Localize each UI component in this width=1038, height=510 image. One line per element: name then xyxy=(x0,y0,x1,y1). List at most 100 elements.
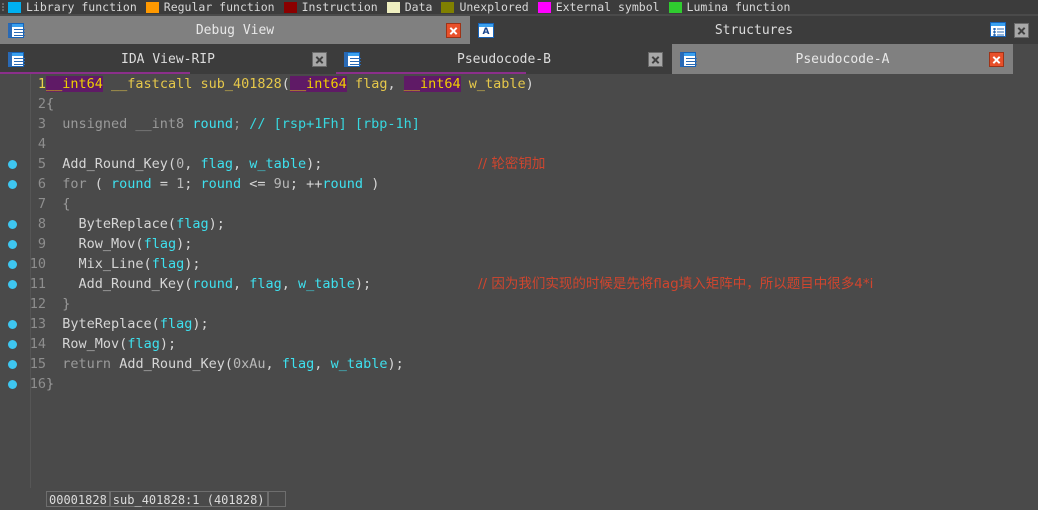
code-token-type: __int64 xyxy=(46,76,103,92)
line-number: 13 xyxy=(29,316,46,332)
legend-color-swatch xyxy=(8,1,21,13)
code-text: return Add_Round_Key(0xAu, flag, w_table… xyxy=(46,356,403,372)
breakpoint-marker-icon[interactable] xyxy=(8,360,17,369)
code-token-var: w_table xyxy=(330,356,388,372)
code-token-dim: { xyxy=(46,96,55,112)
line-number: 12 xyxy=(29,296,46,312)
legend-item-label: External symbol xyxy=(555,0,660,14)
breakpoint-marker-icon[interactable] xyxy=(8,320,17,329)
code-token-kw: w_table xyxy=(468,76,526,92)
code-token-num: 0 xyxy=(176,156,185,172)
line-number: 4 xyxy=(37,136,46,152)
pseudocode-view[interactable]: 1__int64 __fastcall sub_401828(__int64 f… xyxy=(0,74,1038,488)
code-token-var: flag xyxy=(249,276,282,292)
close-icon[interactable] xyxy=(648,51,663,67)
code-line[interactable]: 14 Row_Mov(flag); xyxy=(0,334,1038,354)
code-line[interactable]: 9 Row_Mov(flag); xyxy=(0,234,1038,254)
code-line[interactable]: 15 return Add_Round_Key(0xAu, flag, w_ta… xyxy=(0,354,1038,374)
legend-drag-handle[interactable] xyxy=(0,0,8,14)
close-icon[interactable] xyxy=(1014,22,1029,38)
code-line[interactable]: 11 Add_Round_Key(round, flag, w_table); /… xyxy=(0,274,1038,294)
tab-label: Pseudocode-A xyxy=(795,51,890,67)
code-token-fn: Row_Mov xyxy=(78,236,136,252)
code-token-fn: Add_Round_Key xyxy=(119,356,225,372)
code-token-plain: ); xyxy=(354,276,372,292)
code-token-plain: , xyxy=(314,356,331,372)
code-line[interactable]: 5 Add_Round_Key(0, flag, w_table); // 轮密钥… xyxy=(0,154,1038,174)
code-token-type: __int64 xyxy=(289,76,347,92)
line-number: 5 xyxy=(37,156,46,172)
code-token-plain: ( xyxy=(224,356,233,372)
code-text: Add_Round_Key(0, flag, w_table); xyxy=(46,156,322,172)
code-token-var: flag xyxy=(159,316,193,332)
code-token-plain: ); xyxy=(176,236,193,252)
legend-item: Unexplored xyxy=(441,1,529,13)
code-token-plain: ( xyxy=(135,236,144,252)
legend-item-label: Library function xyxy=(26,0,137,14)
code-token-plain: , xyxy=(387,76,404,92)
tab-pseudocode-b[interactable]: Pseudocode-B xyxy=(336,44,672,74)
code-line[interactable]: 1__int64 __fastcall sub_401828(__int64 f… xyxy=(0,74,1038,94)
breakpoint-marker-icon[interactable] xyxy=(8,220,17,229)
tab-structures[interactable]: Structures xyxy=(470,16,1038,44)
breakpoint-marker-icon[interactable] xyxy=(8,380,17,389)
code-token-plain: , xyxy=(265,356,282,372)
code-token-plain: ; xyxy=(184,176,201,192)
code-line[interactable]: 10 Mix_Line(flag); xyxy=(0,254,1038,274)
code-token-cmt: // [rsp+1Fh] [rbp-1h] xyxy=(249,116,420,132)
legend-item: Lumina function xyxy=(668,0,791,14)
code-text: for ( round = 1; round <= 9u; ++round ) xyxy=(46,176,379,192)
code-token-num: 1 xyxy=(176,176,185,192)
code-line[interactable]: 4 xyxy=(0,134,1038,154)
legend-item-label: Lumina function xyxy=(686,0,791,14)
code-token-plain: ); xyxy=(184,256,201,272)
legend-item-label: Instruction xyxy=(301,0,378,14)
tab-label: Debug View xyxy=(195,22,275,38)
code-token-plain: ); xyxy=(159,336,177,352)
code-text: Mix_Line(flag); xyxy=(46,256,201,272)
inline-comment: // 轮密钥加 xyxy=(478,156,546,172)
legend-item: Instruction xyxy=(283,0,378,14)
close-icon[interactable] xyxy=(989,51,1004,67)
breakpoint-marker-icon[interactable] xyxy=(8,280,17,289)
breakpoint-marker-icon[interactable] xyxy=(8,180,17,189)
code-line[interactable]: 2{ xyxy=(0,94,1038,114)
code-token-plain: ( xyxy=(281,76,290,92)
code-line[interactable]: 3 unsigned __int8 round; // [rsp+1Fh] [r… xyxy=(0,114,1038,134)
code-line[interactable]: 12 } xyxy=(0,294,1038,314)
code-token-kw: __fastcall xyxy=(111,76,193,92)
code-token-plain: = xyxy=(151,176,177,192)
code-line[interactable]: 7 { xyxy=(0,194,1038,214)
line-number: 16 xyxy=(29,376,46,392)
code-line[interactable]: 8 ByteReplace(flag); xyxy=(0,214,1038,234)
code-token-var: w_table xyxy=(249,156,307,172)
tab-pseudocode-a[interactable]: Pseudocode-A xyxy=(672,44,1013,74)
code-token-type: __int64 xyxy=(403,76,461,92)
code-token-dim: ; xyxy=(232,116,250,132)
code-text: } xyxy=(46,296,70,312)
code-token-plain: ); xyxy=(306,156,323,172)
tab-debug-view[interactable]: Debug View xyxy=(0,16,470,44)
legend-color-swatch xyxy=(283,1,297,13)
breakpoint-marker-icon[interactable] xyxy=(8,240,17,249)
breakpoint-marker-icon[interactable] xyxy=(8,160,17,169)
legend-item: Library function xyxy=(8,1,137,13)
code-line[interactable]: 6 for ( round = 1; round <= 9u; ++round … xyxy=(0,174,1038,194)
close-icon[interactable] xyxy=(446,22,461,38)
code-line[interactable]: 16} xyxy=(0,374,1038,394)
code-text: } xyxy=(46,376,54,392)
code-token-plain: ( xyxy=(143,256,152,272)
breakpoint-marker-icon[interactable] xyxy=(8,260,17,269)
tab-ida-view-rip[interactable]: IDA View-RIP xyxy=(0,44,336,74)
close-icon[interactable] xyxy=(312,51,327,67)
code-token-var: flag xyxy=(143,236,177,252)
code-token-dim: { xyxy=(62,196,71,212)
tab-row-secondary: IDA View-RIP Pseudocode-B Pseudocode-A xyxy=(0,44,1038,74)
breakpoint-marker-icon[interactable] xyxy=(8,340,17,349)
line-number: 3 xyxy=(37,116,46,132)
code-line[interactable]: 13 ByteReplace(flag); xyxy=(0,314,1038,334)
